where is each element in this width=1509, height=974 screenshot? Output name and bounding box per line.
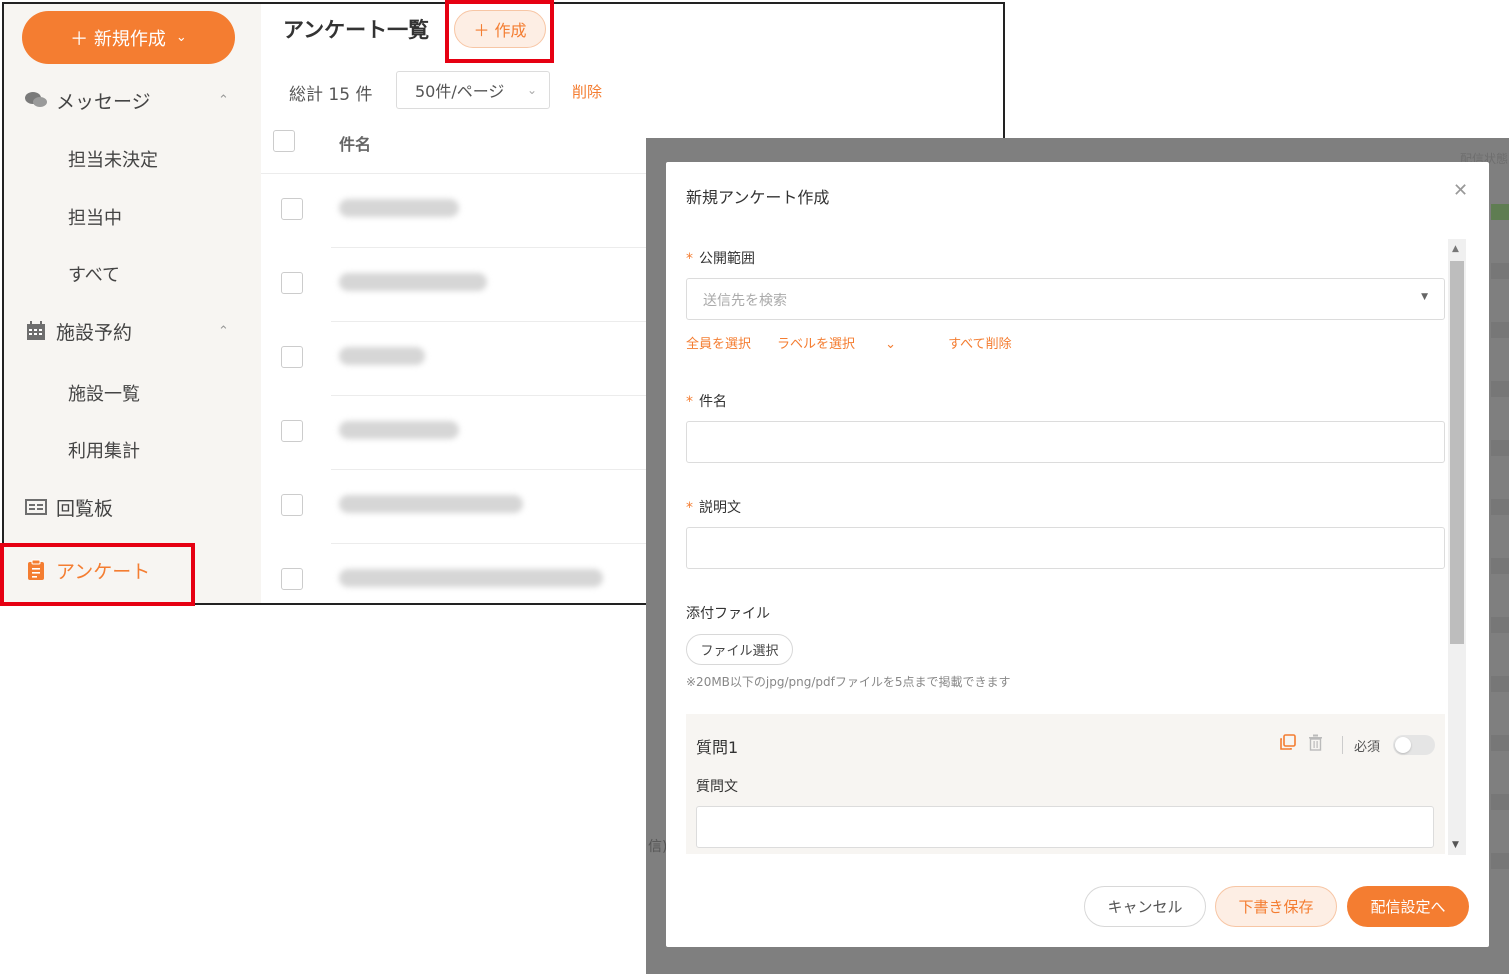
background-row-marker bbox=[1491, 263, 1509, 279]
required-mark: * bbox=[686, 394, 693, 410]
chevron-down-icon: ⌄ bbox=[526, 83, 537, 97]
delivery-settings-button[interactable]: 配信設定へ bbox=[1347, 886, 1469, 927]
description-input[interactable] bbox=[686, 527, 1445, 569]
sidebar-item-usage-summary[interactable]: 利用集計 bbox=[68, 437, 140, 463]
file-note: ※20MB以下のjpg/png/pdfファイルを5点まで掲載できます bbox=[686, 675, 1011, 689]
copy-icon[interactable] bbox=[1279, 734, 1296, 755]
attachment-label: 添付ファイル bbox=[686, 606, 770, 622]
blurred-survey-title bbox=[339, 199, 459, 217]
column-header-name: 件名 bbox=[339, 135, 372, 154]
background-row-marker bbox=[1491, 558, 1509, 574]
sidebar-item-label: 回覧板 bbox=[56, 497, 114, 520]
sidebar-item-label: 施設予約 bbox=[56, 321, 133, 344]
per-page-value: 50件/ページ bbox=[415, 82, 505, 101]
scope-placeholder: 送信先を検索 bbox=[703, 293, 787, 309]
description-label-text: 説明文 bbox=[699, 500, 741, 516]
subject-label-text: 件名 bbox=[699, 394, 727, 410]
per-page-select[interactable]: 50件/ページ ⌄ bbox=[396, 71, 550, 109]
subject-label: * 件名 bbox=[686, 391, 727, 411]
blurred-survey-title bbox=[339, 347, 425, 365]
subject-input[interactable] bbox=[686, 421, 1445, 463]
chat-bubbles-icon bbox=[24, 89, 48, 111]
row-checkbox[interactable] bbox=[281, 420, 303, 442]
background-row-marker bbox=[1491, 440, 1509, 456]
select-all-link[interactable]: 全員を選択 bbox=[686, 333, 751, 352]
toggle-knob bbox=[1395, 737, 1411, 753]
delete-link[interactable]: 削除 bbox=[572, 81, 602, 102]
sidebar-item-messages[interactable]: メッセージ ⌃ bbox=[4, 80, 261, 120]
board-icon bbox=[24, 496, 48, 518]
background-row-text: 信) bbox=[648, 839, 668, 855]
required-mark: * bbox=[686, 500, 693, 516]
highlight-create-button bbox=[445, 0, 554, 63]
chevron-up-icon[interactable]: ⌃ bbox=[218, 324, 229, 339]
delete-all-link[interactable]: すべて削除 bbox=[948, 333, 1012, 352]
background-row-marker bbox=[1491, 676, 1509, 692]
sidebar-item-label: メッセージ bbox=[56, 90, 151, 113]
select-label-link[interactable]: ラベルを選択 ⌄ bbox=[777, 333, 922, 352]
dialog-scrollbar[interactable]: ▲ ▼ bbox=[1448, 239, 1466, 855]
sidebar-item-unassigned[interactable]: 担当未決定 bbox=[68, 146, 158, 172]
background-row-marker bbox=[1491, 794, 1509, 810]
file-select-button[interactable]: ファイル選択 bbox=[686, 634, 793, 665]
scroll-down-arrow-icon[interactable]: ▼ bbox=[1452, 840, 1459, 850]
chevron-up-icon[interactable]: ⌃ bbox=[218, 93, 229, 108]
dialog-title: 新規アンケート作成 bbox=[686, 188, 830, 207]
divider bbox=[1342, 736, 1343, 754]
sidebar-item-circular[interactable]: 回覧板 bbox=[4, 487, 261, 527]
required-toggle-label: 必須 bbox=[1354, 740, 1381, 755]
blurred-survey-title bbox=[339, 569, 603, 587]
page-title: アンケート一覧 bbox=[283, 18, 430, 42]
description-label: * 説明文 bbox=[686, 497, 741, 517]
sidebar-item-facility-booking[interactable]: 施設予約 ⌃ bbox=[4, 311, 261, 351]
blurred-survey-title bbox=[339, 273, 487, 291]
scope-actions: 全員を選択 ラベルを選択 ⌄ すべて削除 bbox=[686, 333, 1038, 352]
background-row-marker bbox=[1491, 499, 1509, 515]
trash-icon[interactable] bbox=[1308, 734, 1323, 755]
cancel-button[interactable]: キャンセル bbox=[1084, 886, 1206, 927]
question-text-label: 質問文 bbox=[696, 779, 738, 795]
highlight-survey-nav bbox=[0, 543, 195, 606]
sidebar-item-assigned[interactable]: 担当中 bbox=[68, 204, 122, 230]
required-toggle[interactable] bbox=[1393, 735, 1435, 755]
row-checkbox[interactable] bbox=[281, 568, 303, 590]
new-survey-dialog: 新規アンケート作成 ✕ * 公開範囲 送信先を検索 ▼ 全員を選択 ラベルを選択 … bbox=[666, 162, 1489, 947]
blurred-survey-title bbox=[339, 421, 459, 439]
row-checkbox[interactable] bbox=[281, 494, 303, 516]
chevron-down-icon: ⌄ bbox=[885, 337, 897, 352]
scope-label-text: 公開範囲 bbox=[699, 251, 755, 267]
new-create-button[interactable]: ＋ 新規作成 ⌄ bbox=[22, 11, 235, 64]
scope-label: * 公開範囲 bbox=[686, 248, 755, 268]
question-title: 質問1 bbox=[696, 738, 739, 757]
row-checkbox[interactable] bbox=[281, 272, 303, 294]
select-label-text: ラベルを選択 bbox=[777, 337, 856, 352]
select-all-checkbox[interactable] bbox=[273, 130, 295, 152]
scrollbar-thumb[interactable] bbox=[1450, 261, 1464, 644]
scroll-up-arrow-icon[interactable]: ▲ bbox=[1452, 244, 1459, 254]
question-card: 質問1 必須 質問文 bbox=[686, 714, 1445, 854]
save-draft-button[interactable]: 下書き保存 bbox=[1215, 886, 1337, 927]
required-mark: * bbox=[686, 251, 693, 267]
background-status-badge bbox=[1491, 204, 1509, 220]
scope-recipient-select[interactable]: 送信先を検索 ▼ bbox=[686, 278, 1445, 320]
sidebar-item-all[interactable]: すべて bbox=[68, 261, 120, 287]
blurred-survey-title bbox=[339, 495, 523, 513]
row-checkbox[interactable] bbox=[281, 346, 303, 368]
calendar-icon bbox=[24, 320, 48, 342]
background-row-marker bbox=[1491, 381, 1509, 397]
background-row-marker bbox=[1491, 322, 1509, 338]
sidebar: ＋ 新規作成 ⌄ メッセージ ⌃ 担当未決定 担当中 すべて 施設予約 ⌃ 施設… bbox=[4, 4, 261, 603]
question-text-input[interactable] bbox=[696, 806, 1434, 848]
background-row-marker bbox=[1491, 853, 1509, 869]
total-count: 総計 15 件 bbox=[289, 85, 373, 105]
sidebar-item-facility-list[interactable]: 施設一覧 bbox=[68, 380, 140, 406]
background-row-marker bbox=[1491, 617, 1509, 633]
new-create-label: ＋ 新規作成 bbox=[70, 28, 166, 50]
caret-down-icon: ▼ bbox=[1421, 292, 1428, 302]
row-checkbox[interactable] bbox=[281, 198, 303, 220]
chevron-down-icon: ⌄ bbox=[175, 30, 187, 45]
close-icon[interactable]: ✕ bbox=[1453, 180, 1468, 201]
background-row-marker bbox=[1491, 735, 1509, 751]
